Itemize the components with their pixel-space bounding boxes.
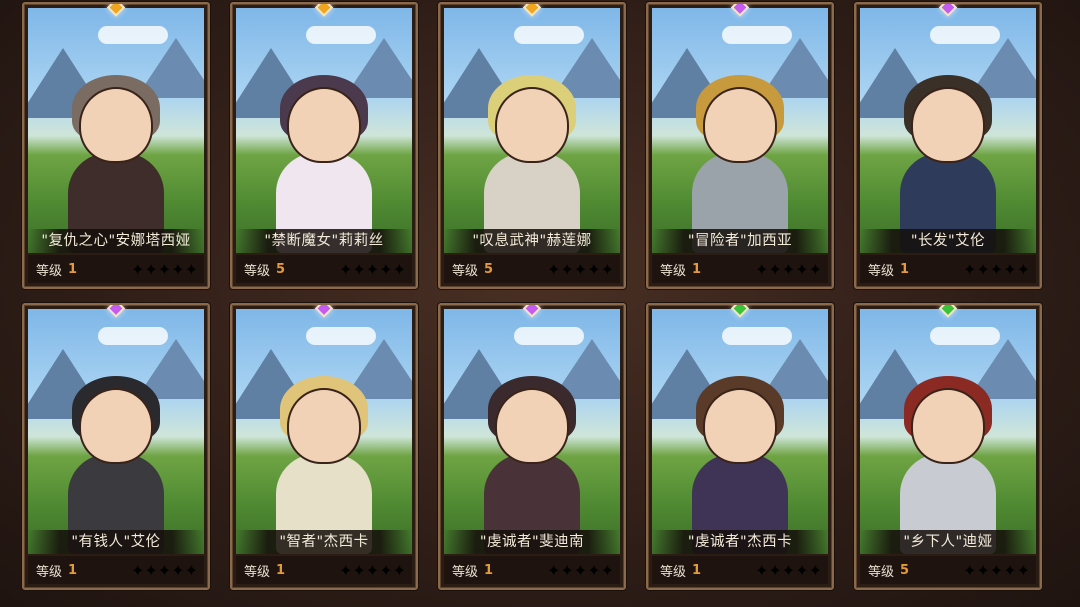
hero-name: "冒险者"加西亚 [652,229,828,253]
hero-name: "长发"艾伦 [860,229,1036,253]
hero-level-bar: 等级 1 ✦✦✦✦✦ [236,556,412,584]
level-value: 1 [900,261,910,277]
hero-portrait [28,8,204,253]
hero-name: "乡下人"迪娅 [860,530,1036,554]
hero-portrait [444,309,620,554]
hero-card[interactable]: "叹息武神"赫莲娜 等级 5 ✦✦✦✦✦ [438,2,626,289]
star-rating-icons: ✦✦✦✦✦ [338,259,406,279]
star-rating-icons: ✦✦✦✦✦ [130,259,198,279]
hero-name: "有钱人"艾伦 [28,530,204,554]
hero-card[interactable]: "冒险者"加西亚 等级 1 ✦✦✦✦✦ [646,2,834,289]
hero-name: "虔诚者"杰西卡 [652,530,828,554]
level-label: 等级 [452,263,479,279]
level-value: 1 [68,562,78,578]
level-label: 等级 [868,564,895,580]
hero-portrait [652,8,828,253]
hero-level-bar: 等级 1 ✦✦✦✦✦ [28,255,204,283]
hero-name: "禁断魔女"莉莉丝 [236,229,412,253]
level-label: 等级 [660,263,687,279]
hero-card[interactable]: "虔诚者"杰西卡 等级 1 ✦✦✦✦✦ [646,303,834,590]
hero-card[interactable]: "有钱人"艾伦 等级 1 ✦✦✦✦✦ [22,303,210,590]
level-value: 1 [692,562,702,578]
hero-card[interactable]: "禁断魔女"莉莉丝 等级 5 ✦✦✦✦✦ [230,2,418,289]
hero-portrait [860,8,1036,253]
hero-card-grid: "复仇之心"安娜塔西娅 等级 1 ✦✦✦✦✦ "禁断魔女"莉莉丝 等级 5 ✦✦… [22,2,1042,590]
hero-portrait [444,8,620,253]
level-value: 5 [276,261,286,277]
star-rating-icons: ✦✦✦✦✦ [130,560,198,580]
level-label: 等级 [36,263,63,279]
hero-level-bar: 等级 5 ✦✦✦✦✦ [236,255,412,283]
hero-portrait [28,309,204,554]
star-rating-icons: ✦✦✦✦✦ [754,560,822,580]
level-value: 1 [276,562,286,578]
hero-name: "叹息武神"赫莲娜 [444,229,620,253]
level-label: 等级 [36,564,63,580]
star-rating-icons: ✦✦✦✦✦ [546,560,614,580]
level-value: 5 [900,562,910,578]
hero-level-bar: 等级 1 ✦✦✦✦✦ [28,556,204,584]
level-label: 等级 [660,564,687,580]
hero-name: "智者"杰西卡 [236,530,412,554]
hero-portrait [236,8,412,253]
hero-level-bar: 等级 1 ✦✦✦✦✦ [652,556,828,584]
star-rating-icons: ✦✦✦✦✦ [338,560,406,580]
level-label: 等级 [452,564,479,580]
hero-level-bar: 等级 1 ✦✦✦✦✦ [860,255,1036,283]
level-value: 1 [692,261,702,277]
star-rating-icons: ✦✦✦✦✦ [546,259,614,279]
hero-level-bar: 等级 5 ✦✦✦✦✦ [444,255,620,283]
level-value: 1 [68,261,78,277]
star-rating-icons: ✦✦✦✦✦ [754,259,822,279]
hero-card[interactable]: "智者"杰西卡 等级 1 ✦✦✦✦✦ [230,303,418,590]
hero-name: "复仇之心"安娜塔西娅 [28,229,204,253]
hero-card[interactable]: "虔诚者"斐迪南 等级 1 ✦✦✦✦✦ [438,303,626,590]
level-value: 1 [484,562,494,578]
hero-card[interactable]: "复仇之心"安娜塔西娅 等级 1 ✦✦✦✦✦ [22,2,210,289]
hero-level-bar: 等级 1 ✦✦✦✦✦ [444,556,620,584]
hero-level-bar: 等级 5 ✦✦✦✦✦ [860,556,1036,584]
star-rating-icons: ✦✦✦✦✦ [962,560,1030,580]
level-label: 等级 [244,564,271,580]
level-label: 等级 [244,263,271,279]
hero-portrait [236,309,412,554]
hero-card[interactable]: "乡下人"迪娅 等级 5 ✦✦✦✦✦ [854,303,1042,590]
hero-card[interactable]: "长发"艾伦 等级 1 ✦✦✦✦✦ [854,2,1042,289]
hero-level-bar: 等级 1 ✦✦✦✦✦ [652,255,828,283]
level-value: 5 [484,261,494,277]
hero-name: "虔诚者"斐迪南 [444,530,620,554]
hero-portrait [652,309,828,554]
level-label: 等级 [868,263,895,279]
hero-portrait [860,309,1036,554]
star-rating-icons: ✦✦✦✦✦ [962,259,1030,279]
